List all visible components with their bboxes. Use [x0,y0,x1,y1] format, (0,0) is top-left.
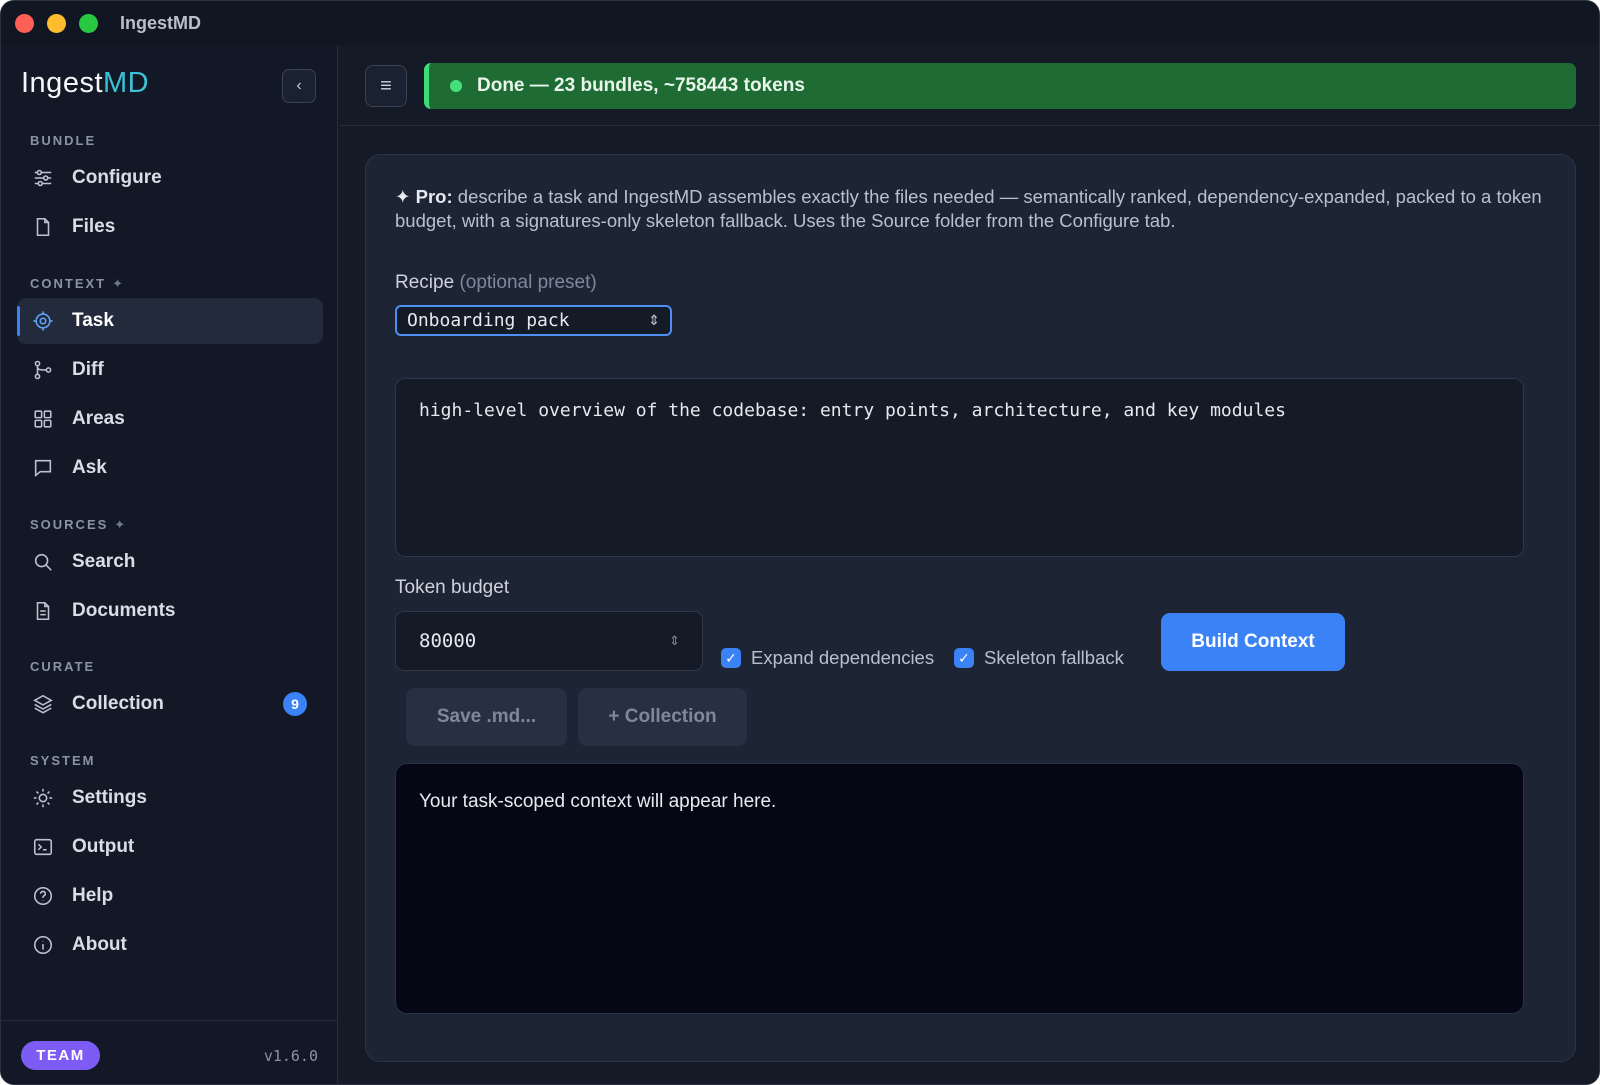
checkmark-icon: ✓ [954,648,974,668]
section-label-system: SYSTEM [30,753,96,768]
sidebar-item-output[interactable]: Output [17,824,323,870]
sidebar-item-label: Areas [72,408,125,429]
sidebar-item-settings[interactable]: Settings [17,775,323,821]
sidebar-item-diff[interactable]: Diff [17,347,323,393]
sidebar-item-label: Ask [72,457,107,478]
pro-description: ✦ Pro: describe a task and IngestMD asse… [395,186,1542,231]
sidebar-item-task[interactable]: Task [17,298,323,344]
expand-dependencies-checkbox[interactable]: ✓ Expand dependencies [721,647,934,669]
sidebar-item-about[interactable]: About [17,922,323,968]
zoom-window-button[interactable] [79,13,98,33]
recipe-selected-value: Onboarding pack [407,310,570,331]
sidebar-item-label: Search [72,551,136,572]
chevron-up-down-icon: ⇕ [648,312,660,329]
git-branch-icon [30,357,56,383]
file-icon [30,214,56,240]
sidebar-item-search[interactable]: Search [17,539,323,585]
collection-count-badge: 9 [283,692,307,716]
minimize-window-button[interactable] [47,13,66,33]
task-description-textarea[interactable]: high-level overview of the codebase: ent… [395,378,1524,557]
sidebar-item-label: About [72,934,127,955]
menu-button[interactable]: ≡ [365,65,407,107]
section-label-context: CONTEXT ✦ [30,276,124,291]
sidebar-footer: TEAM v1.6.0 [1,1020,338,1084]
sun-gear-icon [30,785,56,811]
context-output[interactable]: Your task-scoped context will appear her… [395,763,1524,1014]
recipe-label: Recipe (optional preset) [395,272,597,293]
sidebar-item-files[interactable]: Files [17,204,323,250]
token-budget-input[interactable]: 80000 ⇕ [395,611,703,671]
token-budget-label: Token budget [395,577,510,598]
sidebar-item-label: Output [72,836,135,857]
sidebar-item-label: Help [72,885,114,906]
sidebar-item-label: Settings [72,787,147,808]
skeleton-fallback-label: Skeleton fallback [984,647,1124,668]
sidebar-item-areas[interactable]: Areas [17,396,323,442]
section-label-curate: CURATE [30,659,96,674]
token-budget-value: 80000 [419,630,477,652]
build-context-button[interactable]: Build Context [1161,613,1345,671]
stepper-arrows-icon[interactable]: ⇕ [669,634,680,649]
plan-badge: TEAM [21,1041,100,1070]
app-version: v1.6.0 [263,1047,318,1065]
window-title: IngestMD [120,12,201,33]
status-text: Done — 23 bundles, ~758443 tokens [477,75,805,96]
help-circle-icon [30,883,56,909]
sidebar-item-configure[interactable]: Configure [17,155,323,201]
sidebar-item-label: Collection [72,693,164,714]
checkmark-icon: ✓ [721,648,741,668]
section-label-bundle: BUNDLE [30,133,97,148]
hamburger-icon: ≡ [380,74,392,97]
sidebar-item-label: Files [72,216,116,237]
skeleton-fallback-checkbox[interactable]: ✓ Skeleton fallback [954,647,1124,669]
sidebar-item-ask[interactable]: Ask [17,445,323,491]
title-bar: IngestMD [1,1,1599,45]
sidebar-item-collection[interactable]: Collection 9 [17,681,323,727]
search-icon [30,549,56,575]
target-icon [30,308,56,334]
add-to-collection-button[interactable]: + Collection [578,688,747,746]
sidebar-item-label: Diff [72,359,104,380]
top-bar: ≡ Done — 23 bundles, ~758443 tokens [339,45,1599,126]
window-controls [15,13,98,33]
sidebar-item-label: Configure [72,167,162,188]
sidebar-item-label: Task [72,310,114,331]
grid-icon [30,406,56,432]
message-icon [30,455,56,481]
sidebar-item-label: Documents [72,600,176,621]
app-window: IngestMD IngestMD ‹ BUNDLE Configure Fil… [0,0,1600,1085]
expand-dependencies-label: Expand dependencies [751,647,935,668]
sidebar-item-documents[interactable]: Documents [17,588,323,634]
status-dot-icon [450,80,462,92]
main-content: ≡ Done — 23 bundles, ~758443 tokens ✦ Pr… [339,45,1599,1084]
sidebar: IngestMD ‹ BUNDLE Configure Files CONTEX… [1,45,338,1084]
sliders-icon [30,165,56,191]
task-panel: ✦ Pro: describe a task and IngestMD asse… [365,154,1576,1062]
layers-icon [30,691,56,717]
status-banner: Done — 23 bundles, ~758443 tokens [424,63,1576,109]
info-circle-icon [30,932,56,958]
document-icon [30,598,56,624]
app-logo: IngestMD [21,67,150,99]
section-label-sources: SOURCES ✦ [30,517,126,532]
sidebar-item-help[interactable]: Help [17,873,323,919]
terminal-icon [30,834,56,860]
chevron-left-icon: ‹ [296,77,302,94]
recipe-select[interactable]: Onboarding pack ⇕ [395,305,672,336]
close-window-button[interactable] [15,13,34,33]
collapse-sidebar-button[interactable]: ‹ [282,69,316,103]
save-md-button[interactable]: Save .md... [406,688,567,746]
